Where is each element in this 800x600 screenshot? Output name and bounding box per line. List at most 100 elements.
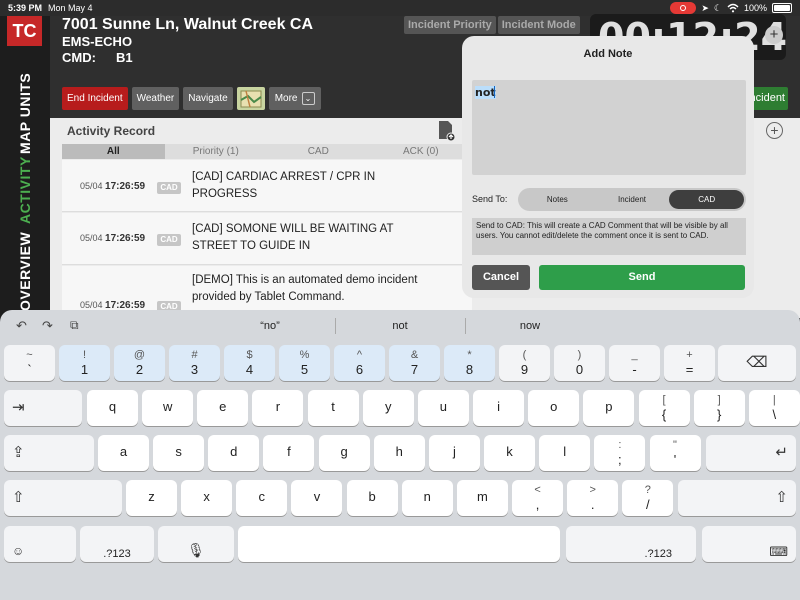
hide-keyboard-key[interactable]: ⌨: [702, 526, 796, 562]
add-activity-button[interactable]: +: [766, 122, 783, 139]
tab-priority[interactable]: Priority (1): [165, 144, 268, 159]
key-row3-6[interactable]: j: [428, 435, 480, 471]
key-char: 4: [245, 362, 254, 377]
key-char: e: [219, 399, 227, 414]
location-icon: ➤: [701, 2, 709, 13]
key-row2-2[interactable]: e: [197, 390, 249, 426]
more-button[interactable]: More ⌄: [268, 87, 321, 110]
numbers-key-left[interactable]: .?123: [80, 526, 154, 562]
key-row3-1[interactable]: s: [153, 435, 205, 471]
key-row1-8[interactable]: * 8: [444, 345, 495, 381]
shift-right-key[interactable]: ⇧: [678, 480, 796, 516]
dictation-key[interactable]: 🎙: [158, 526, 234, 562]
key-row1-0[interactable]: ~ `: [4, 345, 55, 381]
key-char: v: [313, 489, 321, 504]
key-row4-6[interactable]: m: [456, 480, 508, 516]
key-char: w: [162, 399, 173, 414]
key-row4-7[interactable]: <,: [512, 480, 564, 516]
send-to-incident[interactable]: Incident: [595, 190, 670, 209]
key-row4-3[interactable]: v: [291, 480, 343, 516]
navigate-button[interactable]: Navigate: [183, 87, 233, 110]
cancel-button[interactable]: Cancel: [472, 265, 530, 290]
key-row3-2[interactable]: d: [208, 435, 260, 471]
tab-all[interactable]: All: [62, 144, 165, 159]
key-row2-10[interactable]: [{: [638, 390, 690, 426]
key-row2-11[interactable]: ]}: [693, 390, 745, 426]
key-row3-0[interactable]: a: [98, 435, 149, 471]
key-row1-9[interactable]: (9: [499, 345, 550, 381]
key-char: o: [550, 399, 558, 414]
key-row2-1[interactable]: w: [142, 390, 194, 426]
prediction-1[interactable]: “no”: [205, 320, 335, 332]
key-row2-7[interactable]: i: [473, 390, 525, 426]
key-row2-3[interactable]: r: [252, 390, 304, 426]
key-row3-3[interactable]: f: [263, 435, 315, 471]
key-row3-9[interactable]: :;: [594, 435, 646, 471]
key-row1-7[interactable]: & 7: [389, 345, 440, 381]
tab-key[interactable]: ⇥: [4, 390, 82, 426]
export-document-icon[interactable]: [438, 120, 456, 142]
key-row3-5[interactable]: h: [373, 435, 425, 471]
key-row1-3[interactable]: #3: [169, 345, 220, 381]
redo-icon[interactable]: ↷: [42, 318, 53, 334]
key-char: k: [506, 444, 513, 459]
map-button[interactable]: [236, 87, 265, 110]
key-row1-6[interactable]: ^ 6: [334, 345, 385, 381]
key-row2-8[interactable]: o: [528, 390, 580, 426]
key-row2-0[interactable]: q: [87, 390, 138, 426]
send-to-cad[interactable]: CAD: [669, 190, 745, 209]
key-row2-4[interactable]: t: [307, 390, 359, 426]
tab-overview[interactable]: OVERVIEW: [0, 221, 50, 311]
incident-priority-button[interactable]: Incident Priority: [404, 16, 496, 34]
key-row3-4[interactable]: g: [318, 435, 370, 471]
key-row4-2[interactable]: c: [236, 480, 288, 516]
key-row4-9[interactable]: ? /: [622, 480, 674, 516]
prediction-3[interactable]: now: [465, 320, 595, 332]
caps-lock-key[interactable]: ⇪: [4, 435, 94, 471]
activity-row[interactable]: 05/04 17:26:59 CAD [CAD] CARDIAC ARREST …: [62, 160, 472, 212]
emoji-key[interactable]: ☺: [4, 526, 76, 562]
clipboard-icon[interactable]: ⧉: [70, 318, 79, 333]
key-row4-1[interactable]: x: [181, 480, 233, 516]
key-char: s: [175, 444, 182, 459]
key-row2-5[interactable]: y: [362, 390, 414, 426]
key-row4-4[interactable]: b: [346, 480, 398, 516]
tab-cad[interactable]: CAD: [267, 144, 370, 159]
key-row1-5[interactable]: % 5: [279, 345, 330, 381]
prediction-2[interactable]: not: [335, 320, 465, 332]
key-row4-8[interactable]: >.: [567, 480, 619, 516]
key-row3-7[interactable]: k: [484, 435, 536, 471]
key-row2-12[interactable]: | \: [748, 390, 800, 426]
cad-badge: CAD: [157, 182, 181, 194]
key-row1-1[interactable]: ! 1: [59, 345, 110, 381]
send-button[interactable]: Send: [539, 265, 745, 290]
tab-ack[interactable]: ACK (0): [370, 144, 473, 159]
key-row4-5[interactable]: n: [401, 480, 453, 516]
return-key[interactable]: ↵: [706, 435, 796, 471]
key-row1-4[interactable]: $4: [224, 345, 275, 381]
note-textarea[interactable]: not: [472, 80, 746, 175]
shift-left-key[interactable]: ⇧: [4, 480, 122, 516]
key-row4-0[interactable]: z: [126, 480, 177, 516]
key-row1-11[interactable]: _ -: [609, 345, 660, 381]
numbers-key-right[interactable]: .?123: [566, 526, 696, 562]
key-row3-10[interactable]: " ': [649, 435, 701, 471]
space-key[interactable]: [238, 526, 560, 562]
send-to-notes[interactable]: Notes: [520, 190, 595, 209]
undo-icon[interactable]: ↶: [16, 318, 27, 334]
key-row3-8[interactable]: l: [539, 435, 591, 471]
key-row2-6[interactable]: u: [417, 390, 469, 426]
timer-add-button[interactable]: +: [765, 26, 783, 44]
delete-key[interactable]: ⌫: [718, 345, 796, 381]
tab-map-units[interactable]: MAP UNITS: [0, 54, 50, 154]
weather-button[interactable]: Weather: [131, 87, 180, 110]
incident-mode-button[interactable]: Incident Mode: [497, 16, 580, 34]
incident-button[interactable]: ncident: [748, 87, 788, 110]
activity-row[interactable]: 05/04 17:26:59 CAD [CAD] SOMONE WILL BE …: [62, 213, 472, 265]
key-row1-10[interactable]: ) 0: [554, 345, 605, 381]
end-incident-button[interactable]: End Incident: [62, 87, 128, 110]
key-row1-2[interactable]: @2: [114, 345, 165, 381]
key-row1-12[interactable]: + =: [664, 345, 715, 381]
tab-activity[interactable]: ACTIVITY: [0, 144, 50, 224]
key-row2-9[interactable]: p: [583, 390, 635, 426]
